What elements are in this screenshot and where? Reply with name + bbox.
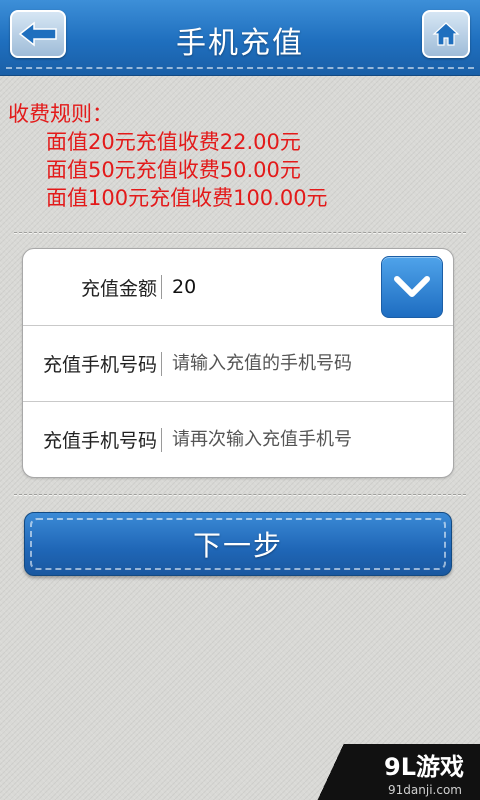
watermark-site: 91danji.com bbox=[388, 783, 462, 797]
phone-confirm-input[interactable] bbox=[172, 429, 442, 450]
fee-rule-line: 面值100元充值收费100.00元 bbox=[46, 186, 328, 210]
phone-row: 充值手机号码 bbox=[23, 325, 453, 401]
recharge-form: 充值金额 20 充值手机号码 充值手机号码 bbox=[22, 248, 454, 478]
field-separator bbox=[161, 351, 162, 376]
phone-label: 充值手机号码 bbox=[42, 354, 157, 376]
home-button[interactable] bbox=[422, 10, 470, 58]
home-icon bbox=[432, 22, 460, 46]
amount-label: 充值金额 bbox=[80, 277, 157, 300]
chevron-down-icon bbox=[394, 276, 430, 297]
divider bbox=[14, 233, 466, 234]
watermark: 9L游戏 91danji.com bbox=[308, 744, 480, 800]
next-step-button[interactable]: 下一步 bbox=[24, 512, 452, 576]
amount-value[interactable]: 20 bbox=[172, 276, 196, 298]
next-step-label: 下一步 bbox=[192, 529, 283, 562]
watermark-logo: 9L游戏 bbox=[384, 753, 464, 781]
amount-dropdown-button[interactable] bbox=[381, 256, 443, 318]
page-title: 手机充值 bbox=[176, 26, 304, 61]
phone-input[interactable] bbox=[172, 353, 442, 374]
fee-rules: 收费规则： 面值20元充值收费22.00元 面值50元充值收费50.00元 面值… bbox=[8, 100, 328, 212]
amount-row: 充值金额 20 bbox=[23, 249, 453, 325]
field-separator bbox=[161, 275, 162, 299]
divider bbox=[14, 495, 466, 496]
field-separator bbox=[161, 427, 162, 452]
fee-rule-line: 面值20元充值收费22.00元 bbox=[46, 130, 301, 154]
fee-rule-line: 面值50元充值收费50.00元 bbox=[46, 158, 301, 182]
title-bar: 手机充值 bbox=[0, 0, 480, 76]
phone-confirm-label: 充值手机号码 bbox=[42, 430, 157, 452]
fee-rules-title: 收费规则： bbox=[8, 102, 113, 126]
phone-confirm-row: 充值手机号码 bbox=[23, 401, 453, 477]
